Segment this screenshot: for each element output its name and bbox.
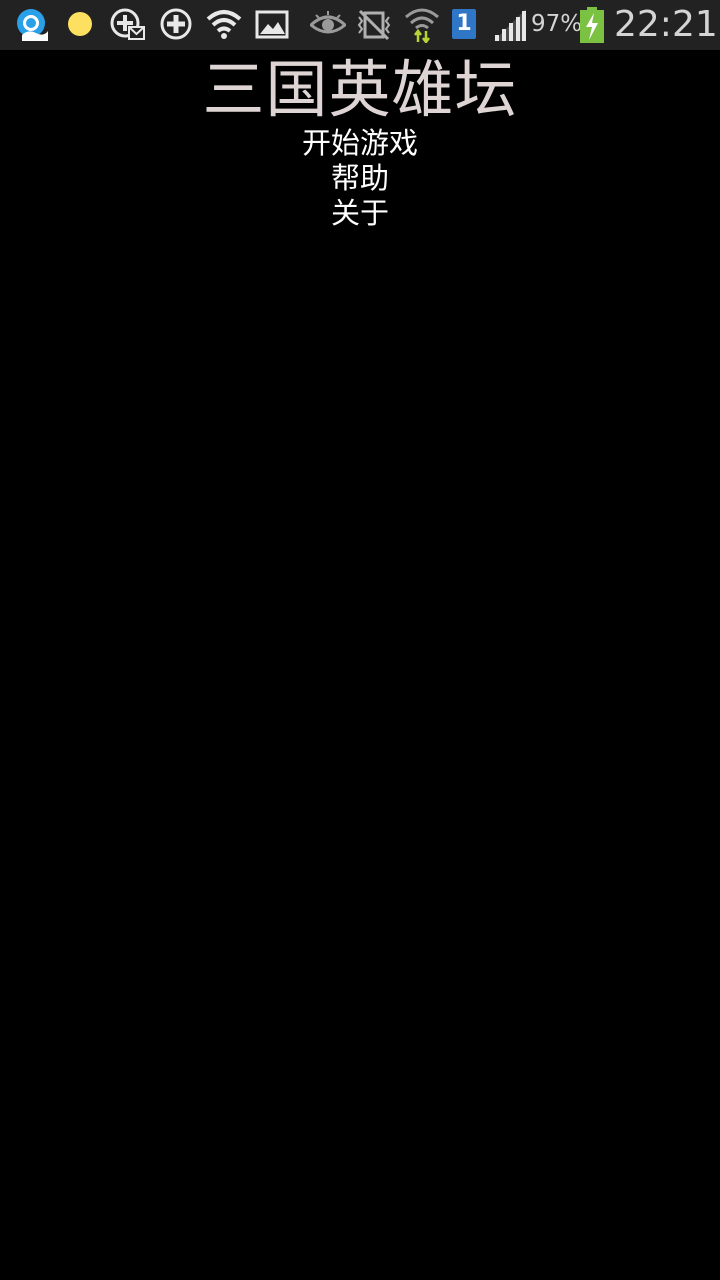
add-circle-icon[interactable] bbox=[158, 7, 194, 43]
main-menu: 开始游戏 帮助 关于 bbox=[0, 126, 720, 231]
game-title: 三国英雄坛 bbox=[202, 53, 518, 126]
clock: 22:21 bbox=[614, 4, 718, 45]
start-game-button[interactable]: 开始游戏 bbox=[0, 126, 720, 161]
gallery-icon[interactable] bbox=[254, 7, 290, 43]
wifi-data-icon[interactable] bbox=[404, 7, 440, 43]
mute-icon[interactable] bbox=[356, 7, 392, 43]
browser-icon[interactable] bbox=[14, 7, 50, 43]
game-main-menu-screen: 三国英雄坛 开始游戏 帮助 关于 bbox=[0, 50, 720, 1280]
about-button[interactable]: 关于 bbox=[0, 196, 720, 231]
signal-icon[interactable] bbox=[492, 7, 528, 43]
status-bar: 1 97% 22:21 bbox=[0, 0, 720, 50]
notification-dot-icon[interactable] bbox=[62, 7, 98, 43]
sim-slot-label: 1 bbox=[456, 11, 472, 36]
mail-plus-icon[interactable] bbox=[110, 7, 146, 43]
battery-charging-icon[interactable] bbox=[578, 7, 606, 43]
sim-icon[interactable]: 1 bbox=[452, 9, 476, 39]
help-button[interactable]: 帮助 bbox=[0, 161, 720, 196]
eye-icon[interactable] bbox=[310, 7, 346, 43]
wifi-help-icon[interactable] bbox=[206, 7, 242, 43]
battery-percent: 97% bbox=[531, 11, 583, 37]
